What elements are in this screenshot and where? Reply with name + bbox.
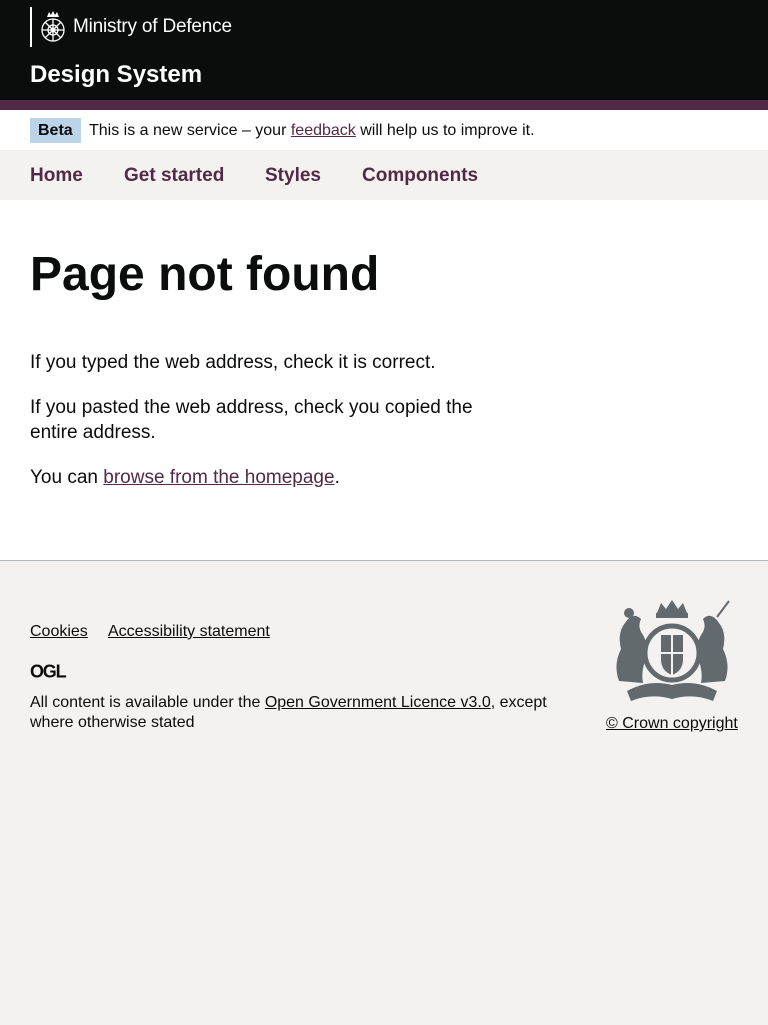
phase-text-before: This is a new service – your: [89, 122, 291, 139]
licence-prefix: All content is available under the: [30, 694, 265, 711]
nav-item-components[interactable]: Components: [362, 165, 478, 187]
service-name-link[interactable]: Design System: [30, 61, 202, 89]
nav-item-home[interactable]: Home: [30, 165, 83, 187]
site-header: Ministry of Defence Design System: [0, 0, 768, 100]
homepage-link[interactable]: browse from the homepage: [103, 467, 334, 488]
organisation-name: Ministry of Defence: [73, 16, 232, 37]
body-paragraph-pasted: If you pasted the web address, check you…: [30, 397, 473, 443]
phase-banner-text: This is a new service – your feedback wi…: [89, 121, 535, 140]
licence-text: All content is available under the Open …: [30, 693, 570, 733]
phase-text-after: will help us to improve it.: [355, 122, 535, 139]
body-paragraph-typed: If you typed the web address, check it i…: [30, 352, 436, 373]
footer-link-cookies[interactable]: Cookies: [30, 622, 88, 641]
open-government-licence-link[interactable]: Open Government Licence v3.0: [265, 694, 491, 711]
site-footer: Cookies Accessibility statement OGL All …: [0, 560, 768, 1025]
phase-tag: Beta: [30, 118, 81, 143]
ogl-logo-text: OGL: [30, 662, 67, 679]
nav-item-get-started[interactable]: Get started: [124, 165, 224, 187]
phase-banner: Beta This is a new service – your feedba…: [0, 110, 768, 150]
body-paragraph-browse: You can browse from the homepage.: [30, 465, 510, 490]
crest-icon: [41, 11, 65, 42]
feedback-link[interactable]: feedback: [291, 122, 356, 139]
footer-link-accessibility[interactable]: Accessibility statement: [108, 622, 270, 641]
logo-divider: [30, 7, 32, 47]
browse-prefix: You can: [30, 467, 104, 488]
royal-coat-of-arms-icon: [616, 600, 730, 701]
header-accent-bar: [0, 100, 768, 110]
page-title: Page not found: [30, 248, 380, 301]
organisation-logo-link[interactable]: Ministry of Defence: [30, 7, 232, 47]
ogl-logo-icon: OGL: [30, 662, 68, 679]
nav-item-styles[interactable]: Styles: [265, 165, 321, 187]
browse-suffix: .: [334, 467, 340, 488]
primary-navigation: Home Get started Styles Components: [0, 150, 768, 200]
crown-copyright-link[interactable]: © Crown copyright: [606, 714, 738, 733]
main-content: Page not found If you typed the web addr…: [0, 200, 768, 560]
